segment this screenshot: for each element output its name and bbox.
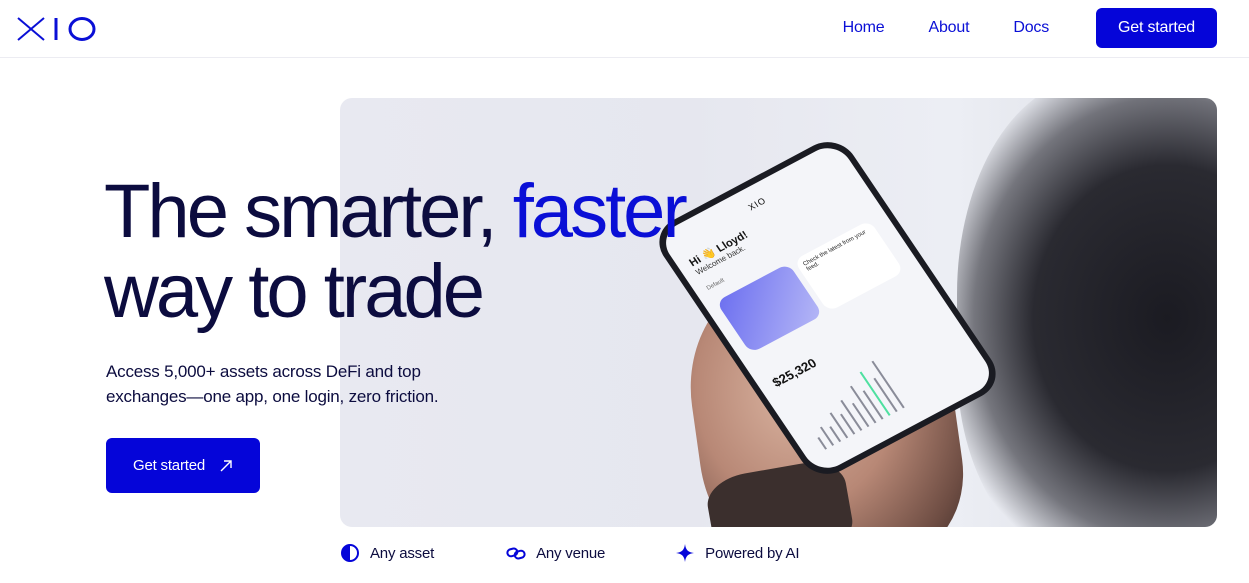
feature-label: Any venue <box>536 544 606 562</box>
headline-part-1: The smarter, <box>104 169 513 254</box>
arrow-up-right-icon <box>220 459 232 471</box>
link-icon <box>506 547 526 560</box>
feature-any-venue: Any venue <box>506 543 605 563</box>
phone-price: $25,320 <box>769 355 820 390</box>
nav-about-link[interactable]: About <box>929 19 970 37</box>
feature-any-asset: Any asset <box>340 543 434 563</box>
xio-logo[interactable] <box>16 14 98 44</box>
contrast-icon <box>341 544 359 562</box>
nav-docs-link[interactable]: Docs <box>1013 19 1049 37</box>
feature-label: Any asset <box>370 544 435 562</box>
hero-headline: The smarter, faster way to trade <box>104 169 688 334</box>
nav-links: Home About Docs Get started <box>843 8 1217 48</box>
hero-cta-label: Get started <box>132 457 205 474</box>
top-nav: Home About Docs Get started <box>0 0 1249 58</box>
feature-list: Any asset Any venue Powered by AI <box>340 542 871 564</box>
feature-label: Powered by AI <box>705 544 800 562</box>
background-figure-shadow <box>957 98 1217 527</box>
nav-home-link[interactable]: Home <box>843 19 885 37</box>
headline-accent: faster <box>512 169 688 254</box>
hero-get-started-button[interactable]: Get started <box>106 438 260 493</box>
headline-line-2: way to trade <box>104 249 485 334</box>
feature-powered-by-ai: Powered by AI <box>675 543 799 563</box>
sparkle-icon <box>676 544 695 562</box>
hero-subheading: Access 5,000+ assets across DeFi and top… <box>106 362 439 406</box>
nav-get-started-button[interactable]: Get started <box>1096 8 1217 48</box>
